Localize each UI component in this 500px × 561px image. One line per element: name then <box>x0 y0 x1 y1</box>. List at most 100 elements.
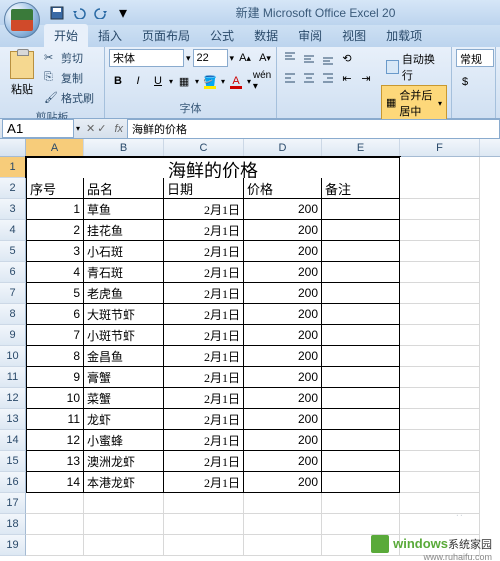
redo-icon[interactable] <box>93 5 109 21</box>
cell[interactable] <box>26 514 84 535</box>
underline-button[interactable]: U <box>149 72 167 90</box>
row-header[interactable]: 17 <box>0 493 26 514</box>
row-header[interactable]: 3 <box>0 199 26 220</box>
cell[interactable]: 序号 <box>26 178 84 199</box>
row-header[interactable]: 16 <box>0 472 26 493</box>
align-left-icon[interactable] <box>281 69 299 87</box>
cell[interactable] <box>322 283 400 304</box>
row-header[interactable]: 15 <box>0 451 26 472</box>
cell[interactable] <box>322 388 400 409</box>
cell[interactable] <box>322 262 400 283</box>
cell[interactable] <box>322 451 400 472</box>
col-header-d[interactable]: D <box>244 139 322 156</box>
cell[interactable]: 200 <box>244 472 322 493</box>
phonetic-button[interactable]: wén▾ <box>253 72 271 90</box>
cell[interactable]: 本港龙虾 <box>84 472 164 493</box>
cell[interactable] <box>84 535 164 556</box>
cell[interactable]: 2月1日 <box>164 409 244 430</box>
italic-button[interactable]: I <box>129 72 147 90</box>
row-header[interactable]: 13 <box>0 409 26 430</box>
cell[interactable]: 备注 <box>322 178 400 199</box>
cell[interactable] <box>164 493 244 514</box>
fx-icon[interactable]: fx <box>110 123 127 135</box>
wrap-text-button[interactable]: 自动换行 <box>381 49 447 85</box>
cell[interactable] <box>244 535 322 556</box>
cell[interactable] <box>400 367 480 388</box>
cell[interactable]: 14 <box>26 472 84 493</box>
cell[interactable]: 草鱼 <box>84 199 164 220</box>
cell[interactable]: 品名 <box>84 178 164 199</box>
cell[interactable]: 200 <box>244 430 322 451</box>
cell[interactable]: 2月1日 <box>164 472 244 493</box>
bold-button[interactable]: B <box>109 72 127 90</box>
font-color-button[interactable]: A <box>227 72 245 90</box>
cell[interactable]: 2月1日 <box>164 451 244 472</box>
cell[interactable]: 200 <box>244 199 322 220</box>
cell[interactable] <box>322 367 400 388</box>
cell[interactable]: 2月1日 <box>164 199 244 220</box>
tab-addins[interactable]: 加载项 <box>376 24 432 47</box>
align-center-icon[interactable] <box>300 69 318 87</box>
cell[interactable]: 2月1日 <box>164 262 244 283</box>
cell[interactable]: 日期 <box>164 178 244 199</box>
cell[interactable]: 5 <box>26 283 84 304</box>
cell[interactable] <box>26 535 84 556</box>
align-bottom-icon[interactable] <box>319 49 337 67</box>
cell[interactable]: 200 <box>244 367 322 388</box>
cell[interactable]: 2月1日 <box>164 367 244 388</box>
col-header-f[interactable]: F <box>400 139 480 156</box>
row-header[interactable]: 10 <box>0 346 26 367</box>
tab-layout[interactable]: 页面布局 <box>132 24 200 47</box>
undo-icon[interactable] <box>71 5 87 21</box>
cell[interactable] <box>84 514 164 535</box>
cell[interactable] <box>322 346 400 367</box>
row-header[interactable]: 14 <box>0 430 26 451</box>
format-painter-button[interactable]: 🖌格式刷 <box>42 89 96 107</box>
cell[interactable]: 2月1日 <box>164 304 244 325</box>
row-header[interactable]: 4 <box>0 220 26 241</box>
cell[interactable] <box>400 220 480 241</box>
cell[interactable] <box>322 409 400 430</box>
cut-button[interactable]: ✂剪切 <box>42 49 96 67</box>
cell[interactable]: 2月1日 <box>164 220 244 241</box>
cell[interactable]: 13 <box>26 451 84 472</box>
cell[interactable] <box>322 472 400 493</box>
row-header[interactable]: 9 <box>0 325 26 346</box>
copy-button[interactable]: ⎘复制 <box>42 69 96 87</box>
cell[interactable]: 4 <box>26 262 84 283</box>
cell[interactable]: 挂花鱼 <box>84 220 164 241</box>
spreadsheet-grid[interactable]: A B C D E F 1海鲜的价格2序号品名日期价格备注31草鱼2月1日200… <box>0 139 500 561</box>
align-right-icon[interactable] <box>319 69 337 87</box>
row-header[interactable]: 8 <box>0 304 26 325</box>
cell[interactable]: 小蜜蜂 <box>84 430 164 451</box>
cell[interactable] <box>400 304 480 325</box>
cell[interactable]: 2月1日 <box>164 346 244 367</box>
office-button[interactable] <box>4 2 40 38</box>
cell[interactable] <box>400 283 480 304</box>
col-header-e[interactable]: E <box>322 139 400 156</box>
cell[interactable] <box>322 199 400 220</box>
row-header[interactable]: 18 <box>0 514 26 535</box>
cell[interactable] <box>322 220 400 241</box>
border-button[interactable]: ▦ <box>175 72 193 90</box>
merge-center-button[interactable]: ▦合并后居中▾ <box>381 85 447 121</box>
cell[interactable]: 200 <box>244 220 322 241</box>
cell[interactable] <box>400 325 480 346</box>
cell[interactable]: 小石斑 <box>84 241 164 262</box>
cell[interactable]: 小斑节虾 <box>84 325 164 346</box>
row-header[interactable]: 12 <box>0 388 26 409</box>
cell[interactable]: 3 <box>26 241 84 262</box>
save-icon[interactable] <box>49 5 65 21</box>
cell[interactable] <box>84 493 164 514</box>
cell[interactable]: 10 <box>26 388 84 409</box>
cell[interactable] <box>400 493 480 514</box>
cell[interactable]: 200 <box>244 451 322 472</box>
qat-more-icon[interactable]: ▾ <box>115 5 131 21</box>
cell[interactable] <box>400 262 480 283</box>
row-header[interactable]: 2 <box>0 178 26 199</box>
cell[interactable] <box>322 325 400 346</box>
cell[interactable]: 11 <box>26 409 84 430</box>
cell[interactable] <box>244 493 322 514</box>
cell[interactable] <box>26 493 84 514</box>
cell[interactable]: 8 <box>26 346 84 367</box>
